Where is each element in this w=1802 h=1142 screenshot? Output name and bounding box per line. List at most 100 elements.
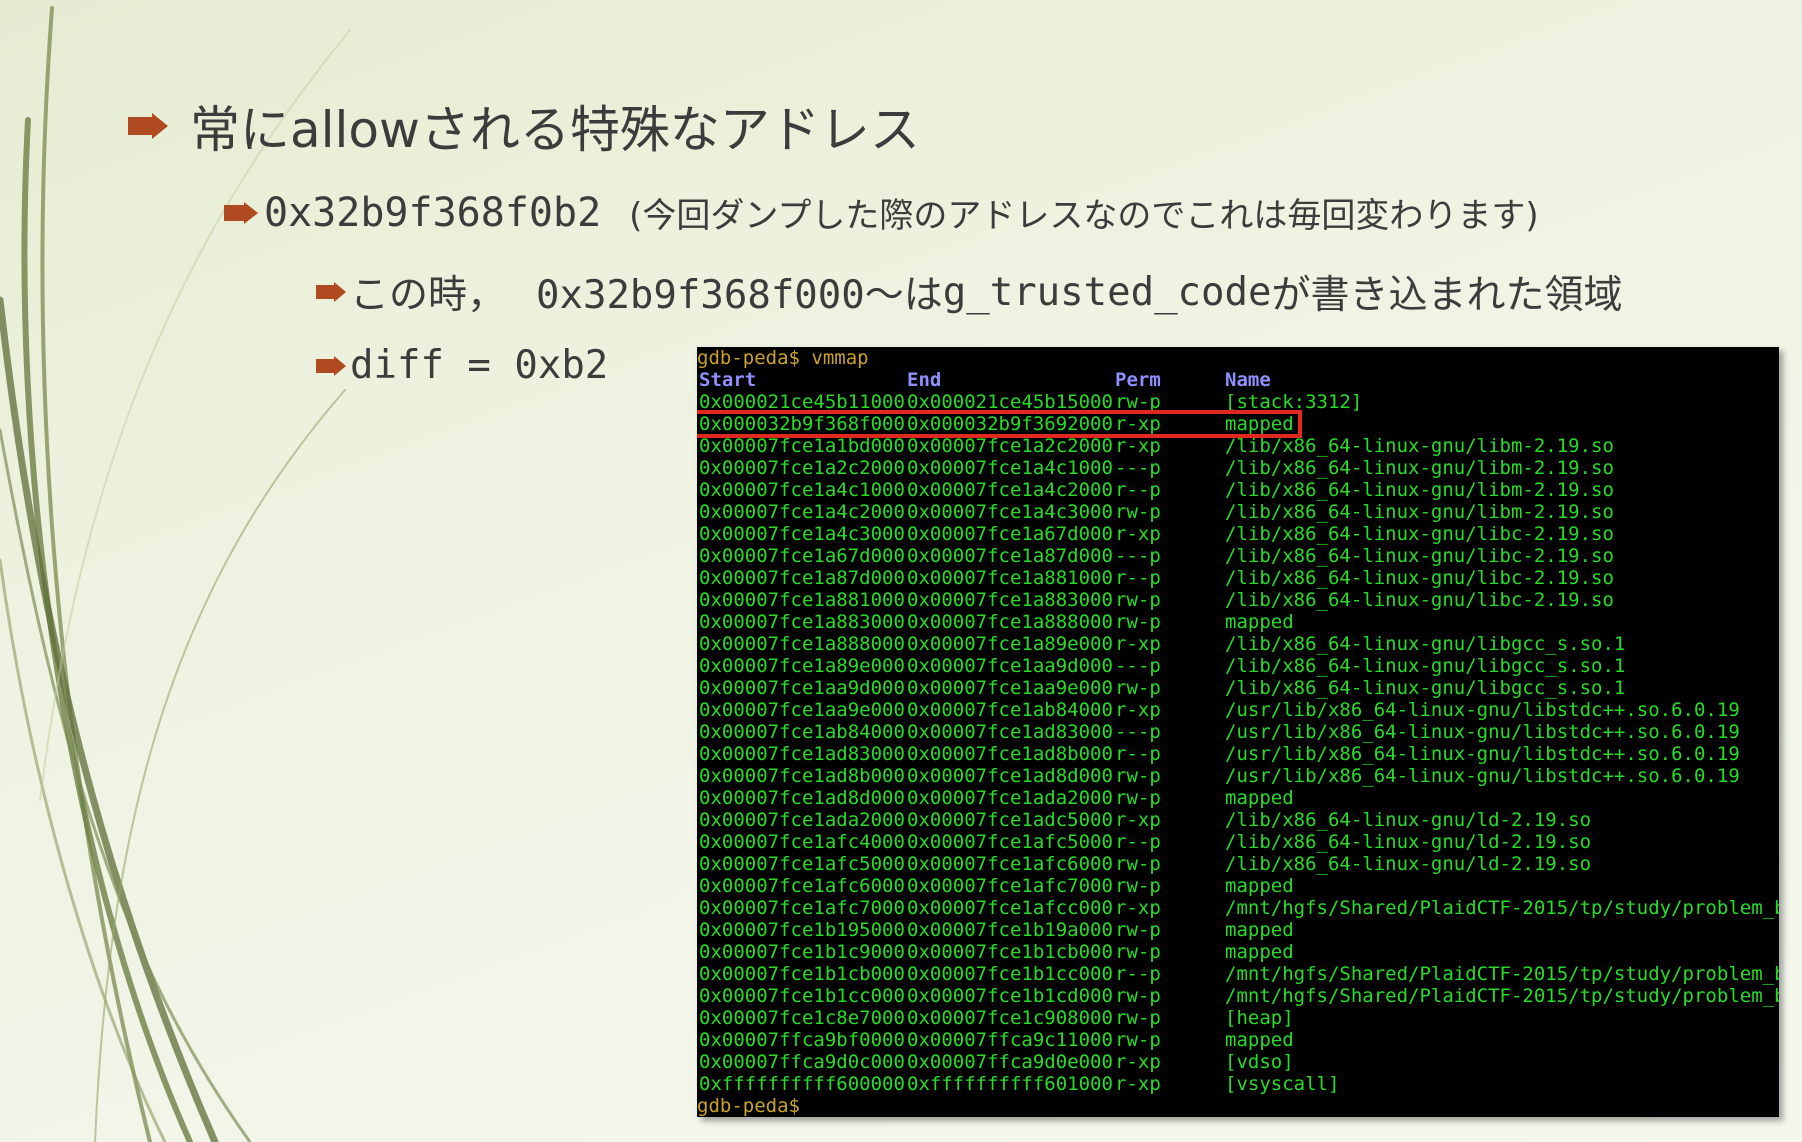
row-start: 0xffffffffff600000 — [699, 1073, 905, 1095]
bullet-prefix: この時， — [350, 273, 507, 318]
header-end: End — [907, 369, 942, 391]
row-start: 0x00007fce1a881000 — [699, 589, 905, 611]
table-row: 0x00007fce1ad8b000 0x00007fce1ad8d000 rw-p… — [697, 765, 1779, 787]
row-end: 0x00007fce1b19a000 — [907, 919, 1113, 941]
row-perm: r--p — [1115, 479, 1161, 501]
row-end: 0x00007fce1aa9d000 — [907, 655, 1113, 677]
address-code: 0x32b9f368f0b2 — [264, 189, 602, 236]
header-name: Name — [1225, 369, 1271, 391]
address-note: (今回ダンプした際のアドレスなのでこれは毎回変わります) — [629, 196, 1539, 236]
terminal-screenshot: gdb-peda$ vmmap Start End Perm Name 0x00… — [697, 347, 1779, 1117]
row-end: 0x00007fce1b1cb000 — [907, 941, 1113, 963]
row-start: 0x00007fce1ad8b000 — [699, 765, 905, 787]
bullet-level3: diff = 0xb2 — [316, 343, 608, 388]
table-row: 0x00007fce1ab84000 0x00007fce1ad83000 ---p… — [697, 721, 1779, 743]
row-perm: ---p — [1115, 457, 1161, 479]
row-start: 0x00007fce1c8e7000 — [699, 1007, 905, 1029]
row-end: 0x00007fce1ad83000 — [907, 721, 1113, 743]
row-perm: r--p — [1115, 743, 1161, 765]
table-row: 0x00007fce1a1bd000 0x00007fce1a2c2000 r-xp… — [697, 435, 1779, 457]
row-end: 0x00007fce1a881000 — [907, 567, 1113, 589]
row-name: mapped — [1225, 787, 1294, 809]
end-prompt: gdb-peda$ — [697, 1095, 800, 1117]
row-end: 0x00007fce1c908000 — [907, 1007, 1113, 1029]
row-perm: rw-p — [1115, 875, 1161, 897]
row-name: /lib/x86_64-linux-gnu/libm-2.19.so — [1225, 435, 1614, 457]
table-row: 0x00007fce1b1c9000 0x00007fce1b1cb000 rw-p… — [697, 941, 1779, 963]
row-name: mapped — [1225, 941, 1294, 963]
row-start: 0x00007fce1a4c2000 — [699, 501, 905, 523]
row-end: 0x00007fce1adc5000 — [907, 809, 1113, 831]
row-end: 0x00007fce1a2c2000 — [907, 435, 1113, 457]
bullet-level2: 0x32b9f368f0b2 (今回ダンプした際のアドレスなのでこれは毎回変わり… — [224, 188, 1539, 237]
row-end: 0x00007fce1afc7000 — [907, 875, 1113, 897]
row-name: [heap] — [1225, 1007, 1294, 1029]
row-name: /lib/x86_64-linux-gnu/libgcc_s.so.1 — [1225, 677, 1626, 699]
row-name: /mnt/hgfs/Shared/PlaidCTF-2015/tp/study/… — [1225, 897, 1779, 919]
table-row: 0x00007fce1a4c2000 0x00007fce1a4c3000 rw-p… — [697, 501, 1779, 523]
row-perm: r-xp — [1115, 633, 1161, 655]
row-end: 0x00007ffca9d0e000 — [907, 1051, 1113, 1073]
table-row: 0x00007fce1ada2000 0x00007fce1adc5000 r-xp… — [697, 809, 1779, 831]
row-name: /usr/lib/x86_64-linux-gnu/libstdc++.so.6… — [1225, 721, 1740, 743]
header-start: Start — [699, 369, 757, 391]
row-name: /lib/x86_64-linux-gnu/ld-2.19.so — [1225, 809, 1592, 831]
table-row: 0x00007fce1a883000 0x00007fce1a888000 rw-p… — [697, 611, 1779, 633]
bullet-level1: 常にallowされる特殊なアドレス — [128, 90, 920, 162]
row-end: 0x00007fce1aa9e000 — [907, 677, 1113, 699]
table-row: 0x00007fce1ad83000 0x00007fce1ad8b000 r--p… — [697, 743, 1779, 765]
row-name: /lib/x86_64-linux-gnu/libc-2.19.so — [1225, 545, 1614, 567]
table-row: 0x00007fce1a4c1000 0x00007fce1a4c2000 r--p… — [697, 479, 1779, 501]
row-perm: rw-p — [1115, 985, 1161, 1007]
row-end: 0x00007fce1a4c2000 — [907, 479, 1113, 501]
vmmap-rows: 0x000021ce45b11000 0x000021ce45b15000 rw-p… — [697, 391, 1779, 1095]
row-start: 0x00007fce1ad83000 — [699, 743, 905, 765]
row-end: 0xffffffffff601000 — [907, 1073, 1113, 1095]
table-row: 0x00007fce1b1cc000 0x00007fce1b1cd000 rw-p… — [697, 985, 1779, 1007]
arrow-bullet-icon — [224, 204, 244, 221]
row-end: 0x00007fce1b1cc000 — [907, 963, 1113, 985]
row-start: 0x00007fce1b1c9000 — [699, 941, 905, 963]
row-name: /usr/lib/x86_64-linux-gnu/libstdc++.so.6… — [1225, 699, 1740, 721]
row-perm: rw-p — [1115, 1007, 1161, 1029]
row-name: /usr/lib/x86_64-linux-gnu/libstdc++.so.6… — [1225, 743, 1740, 765]
row-perm: r-xp — [1115, 699, 1161, 721]
row-name: mapped — [1225, 875, 1294, 897]
row-start: 0x00007fce1ab84000 — [699, 721, 905, 743]
table-row: 0x00007ffca9bf0000 0x00007ffca9c11000 rw-p… — [697, 1029, 1779, 1051]
row-start: 0x00007fce1a1bd000 — [699, 435, 905, 457]
row-name: /lib/x86_64-linux-gnu/libm-2.19.so — [1225, 457, 1614, 479]
row-start: 0x00007fce1a87d000 — [699, 567, 905, 589]
diff-text: diff = 0xb2 — [350, 343, 609, 388]
row-end: 0x00007fce1b1cd000 — [907, 985, 1113, 1007]
row-perm: r-xp — [1115, 1073, 1161, 1095]
row-start: 0x00007fce1ada2000 — [699, 809, 905, 831]
row-perm: rw-p — [1115, 787, 1161, 809]
row-perm: r-xp — [1115, 523, 1161, 545]
row-name: [vdso] — [1225, 1051, 1294, 1073]
region-start-code: 0x32b9f368f000～は — [536, 273, 943, 318]
row-name: /lib/x86_64-linux-gnu/ld-2.19.so — [1225, 853, 1592, 875]
row-start: 0x00007fce1afc6000 — [699, 875, 905, 897]
table-row: 0x00007fce1a87d000 0x00007fce1a881000 r--p… — [697, 567, 1779, 589]
row-perm: rw-p — [1115, 677, 1161, 699]
row-start: 0x00007fce1a883000 — [699, 611, 905, 633]
command-line: gdb-peda$ vmmap — [697, 347, 869, 369]
row-name: mapped — [1225, 611, 1294, 633]
row-start: 0x00007fce1b195000 — [699, 919, 905, 941]
table-row: 0x00007fce1a2c2000 0x00007fce1a4c1000 ---p… — [697, 457, 1779, 479]
row-name: /lib/x86_64-linux-gnu/libm-2.19.so — [1225, 501, 1614, 523]
table-row: 0x00007fce1b1cb000 0x00007fce1b1cc000 r--p… — [697, 963, 1779, 985]
row-end: 0x00007fce1a883000 — [907, 589, 1113, 611]
table-row: 0x00007fce1a67d000 0x00007fce1a87d000 ---p… — [697, 545, 1779, 567]
row-perm: rw-p — [1115, 1029, 1161, 1051]
row-start: 0x00007fce1a2c2000 — [699, 457, 905, 479]
table-row: 0x00007fce1c8e7000 0x00007fce1c908000 rw-p… — [697, 1007, 1779, 1029]
table-row: 0x00007fce1afc6000 0x00007fce1afc7000 rw-p… — [697, 875, 1779, 897]
row-name: [vsyscall] — [1225, 1073, 1340, 1095]
row-perm: r-xp — [1115, 809, 1161, 831]
row-end: 0x00007fce1afc5000 — [907, 831, 1113, 853]
row-name: mapped — [1225, 919, 1294, 941]
arrow-bullet-icon — [316, 285, 334, 299]
arrow-bullet-icon — [128, 117, 152, 135]
